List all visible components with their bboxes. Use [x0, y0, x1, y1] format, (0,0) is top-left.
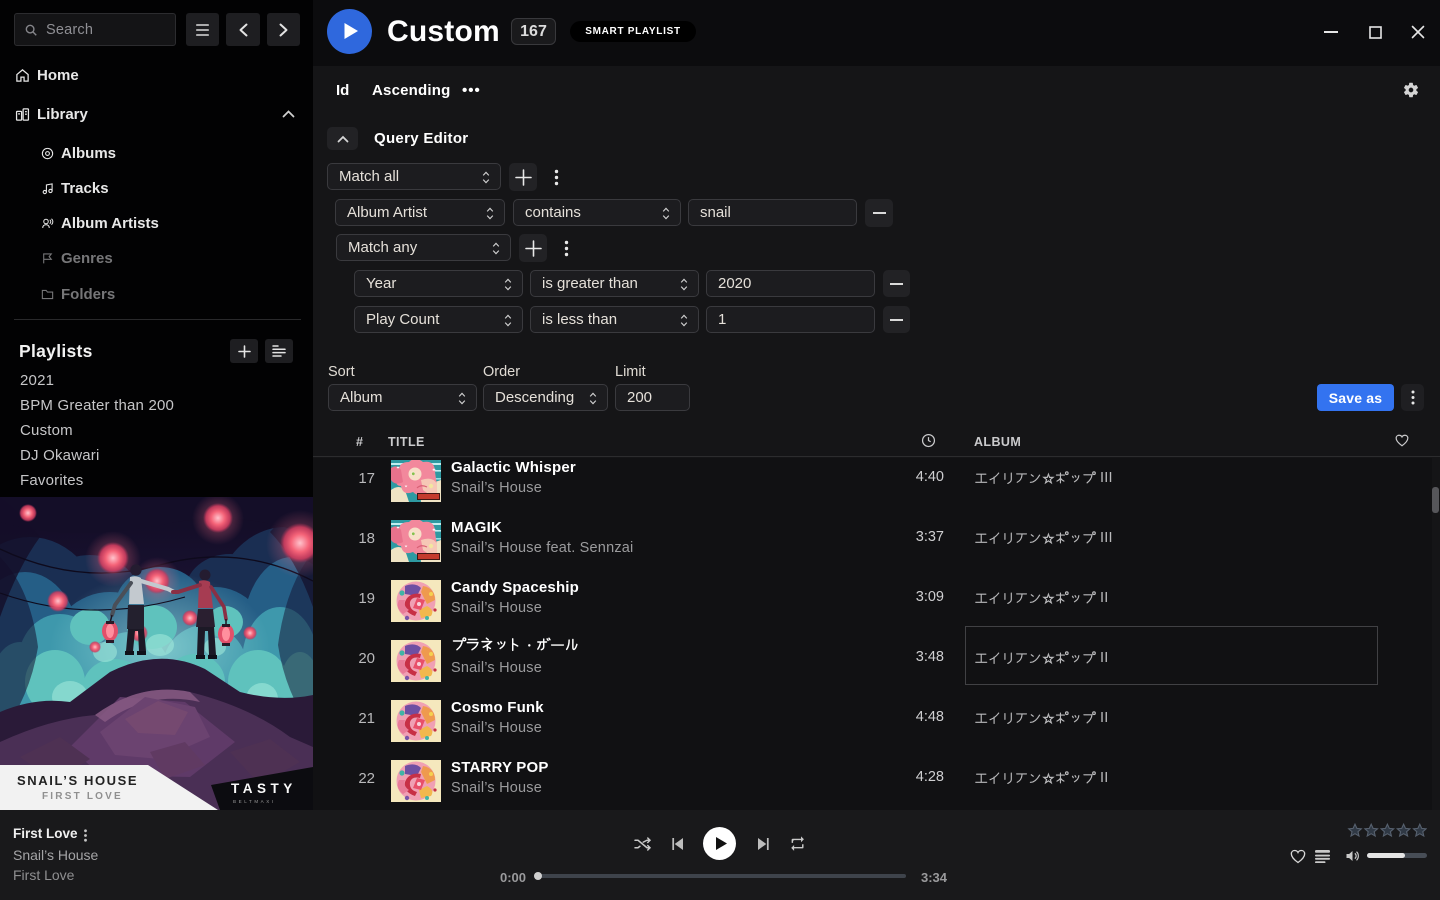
svg-text:BELTMAXI: BELTMAXI — [233, 799, 276, 804]
svg-text:TASTY: TASTY — [231, 781, 297, 796]
svg-text:FIRST LOVE: FIRST LOVE — [42, 791, 123, 802]
svg-text:SNAIL’S HOUSE: SNAIL’S HOUSE — [17, 773, 138, 788]
